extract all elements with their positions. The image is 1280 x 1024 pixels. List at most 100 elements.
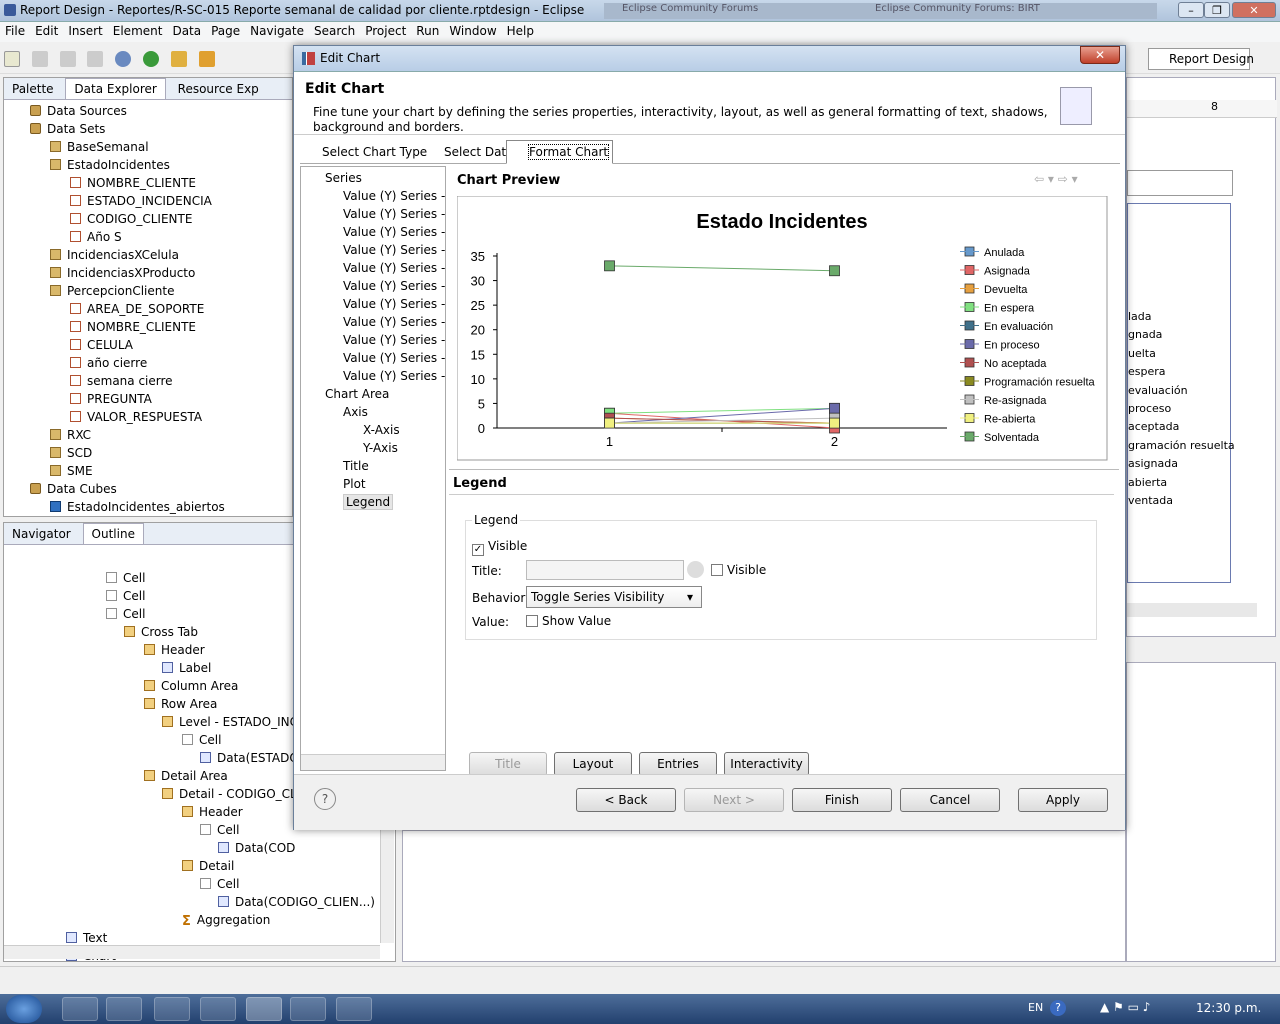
explorer-item[interactable]: EstadoIncidentes <box>4 156 292 174</box>
run-icon[interactable] <box>143 51 160 67</box>
format-nav-item[interactable]: Value (Y) Series - 5 <box>301 259 445 277</box>
tab-palette[interactable]: Palette <box>4 79 62 99</box>
behavior-select[interactable]: Toggle Series Visibility ▾ <box>526 586 702 608</box>
save-all-icon[interactable] <box>59 51 76 67</box>
editor-hscrollbar[interactable] <box>1127 603 1257 617</box>
menu-insert[interactable]: Insert <box>63 22 107 40</box>
format-nav-item[interactable]: Value (Y) Series - 3 <box>301 223 445 241</box>
language-indicator[interactable]: EN <box>1028 1001 1043 1014</box>
explorer-item[interactable]: NOMBRE_CLIENTE <box>4 174 292 192</box>
format-nav-item[interactable]: Value (Y) Series - 10 <box>301 349 445 367</box>
app-taskbar-icon[interactable] <box>336 997 372 1021</box>
format-nav-item[interactable]: Value (Y) Series - 11 <box>301 367 445 385</box>
minimize-button[interactable]: – <box>1178 2 1204 18</box>
format-nav-item[interactable]: Plot <box>301 475 445 493</box>
menu-window[interactable]: Window <box>444 22 501 40</box>
explorer-item[interactable]: SME <box>4 462 292 480</box>
outline-item[interactable]: Detail Area <box>144 767 228 785</box>
explorer-item[interactable]: año cierre <box>4 354 292 372</box>
help-tray-icon[interactable]: ? <box>1050 1000 1066 1016</box>
legend-title-button[interactable]: Title <box>469 752 547 776</box>
explorer-item[interactable]: Data Cubes <box>4 480 292 498</box>
outline-item[interactable]: Detail - CODIGO_CLI <box>162 785 300 803</box>
nav-hscrollbar[interactable] <box>301 754 445 770</box>
explorer-item[interactable]: CELULA <box>4 336 292 354</box>
window-close-button[interactable]: ✕ <box>1232 2 1276 18</box>
legend-label[interactable]: En evaluación <box>984 321 1053 333</box>
outline-item[interactable]: Label <box>162 659 211 677</box>
globe-icon[interactable] <box>115 51 132 67</box>
explorer-item[interactable]: SCD <box>4 444 292 462</box>
menu-page[interactable]: Page <box>206 22 245 40</box>
eclipse-taskbar-icon[interactable] <box>246 997 282 1021</box>
legend-title-input[interactable] <box>526 560 684 580</box>
save-icon[interactable] <box>31 51 48 67</box>
format-nav-item[interactable]: Value (Y) Series - 6 <box>301 277 445 295</box>
explorer-item[interactable]: RXC <box>4 426 292 444</box>
outline-item[interactable]: Detail <box>182 857 234 875</box>
outline-item[interactable]: Cell <box>106 605 145 623</box>
outline-item[interactable]: Data(COD <box>218 839 295 857</box>
format-nav-item[interactable]: Axis <box>301 403 445 421</box>
legend-label[interactable]: Anulada <box>984 247 1025 259</box>
outline-item[interactable]: Header <box>182 803 243 821</box>
outline-item[interactable]: Data(ESTADO <box>200 749 299 767</box>
apply-button[interactable]: Apply <box>1018 788 1108 812</box>
cancel-button[interactable]: Cancel <box>900 788 1000 812</box>
finish-button[interactable]: Finish <box>792 788 892 812</box>
outline-item[interactable]: Cell <box>200 821 239 839</box>
legend-label[interactable]: No aceptada <box>984 358 1047 370</box>
start-button[interactable] <box>6 995 42 1023</box>
help-icon[interactable]: ? <box>314 788 336 810</box>
legend-label[interactable]: Re-abierta <box>984 414 1036 426</box>
tab-data-explorer[interactable]: Data Explorer <box>65 78 166 99</box>
report-title-cell[interactable] <box>1127 170 1233 196</box>
legend-label[interactable]: Devuelta <box>984 284 1028 296</box>
format-nav-item[interactable]: X-Axis <box>301 421 445 439</box>
tab-select-chart-type[interactable]: Select Chart Type <box>300 142 433 163</box>
open-folder-icon[interactable] <box>170 51 187 67</box>
menu-help[interactable]: Help <box>502 22 539 40</box>
outline-item[interactable]: Cross Tab <box>124 623 198 641</box>
bg-taskbar-item-1[interactable]: Eclipse Community Forums <box>604 3 884 19</box>
menu-edit[interactable]: Edit <box>30 22 63 40</box>
format-nav-item[interactable]: Value (Y) Series - 4 <box>301 241 445 259</box>
explorer-item[interactable]: AREA_DE_SOPORTE <box>4 300 292 318</box>
title-visible-checkbox[interactable]: Visible <box>711 563 766 577</box>
format-nav-item[interactable]: Title <box>301 457 445 475</box>
legend-label[interactable]: Solventada <box>984 432 1040 444</box>
tray-icons[interactable]: ▲ ⚑ ▭ ♪ <box>1100 1000 1150 1014</box>
perspective-switcher[interactable]: Report Design <box>1148 48 1254 70</box>
legend-label[interactable]: En espera <box>984 303 1035 315</box>
bg-taskbar-item-2[interactable]: Eclipse Community Forums: BIRT <box>857 3 1157 19</box>
legend-label[interactable]: En proceso <box>984 340 1040 352</box>
outline-item[interactable]: Data(CODIGO_CLIEN...) <box>218 893 375 911</box>
explorer-item[interactable]: BaseSemanal <box>4 138 292 156</box>
legend-entries-button[interactable]: Entries <box>639 752 717 776</box>
next-button[interactable]: Next > <box>684 788 784 812</box>
dialog-close-button[interactable]: ✕ <box>1080 46 1120 64</box>
menu-run[interactable]: Run <box>411 22 444 40</box>
outline-item[interactable]: Σ Aggregation <box>182 911 270 929</box>
explorer-item[interactable]: PercepcionCliente <box>4 282 292 300</box>
menu-project[interactable]: Project <box>360 22 411 40</box>
legend-interactivity-button[interactable]: Interactivity <box>724 752 809 776</box>
explorer-item[interactable]: VALOR_RESPUESTA <box>4 408 292 426</box>
legend-label[interactable]: Programación resuelta <box>984 377 1096 389</box>
format-nav-item[interactable]: Value (Y) Series - 8 <box>301 313 445 331</box>
format-nav-item[interactable]: Value (Y) Series - 7 <box>301 295 445 313</box>
explorer-item[interactable]: CODIGO_CLIENTE <box>4 210 292 228</box>
explorer-item[interactable]: Año S <box>4 228 292 246</box>
format-nav-item[interactable]: Value (Y) Series - 1 <box>301 187 445 205</box>
expression-builder-icon[interactable] <box>687 561 704 578</box>
outline-item[interactable]: Column Area <box>144 677 238 695</box>
print-icon[interactable] <box>87 51 104 67</box>
bg-chart-element[interactable]: lada gnada uelta espera evaluación proceso ace… <box>1127 203 1235 583</box>
explorer-taskbar-icon[interactable] <box>106 997 142 1021</box>
tab-resource-explorer[interactable]: Resource Exp <box>170 79 267 99</box>
explorer-item[interactable]: ESTADO_INCIDENCIA <box>4 192 292 210</box>
legend-visible-checkbox[interactable]: ✓ Visible <box>472 539 527 556</box>
format-nav-item[interactable]: Series <box>301 169 445 187</box>
format-nav-item[interactable]: Y-Axis <box>301 439 445 457</box>
show-value-checkbox[interactable]: Show Value <box>526 614 611 628</box>
